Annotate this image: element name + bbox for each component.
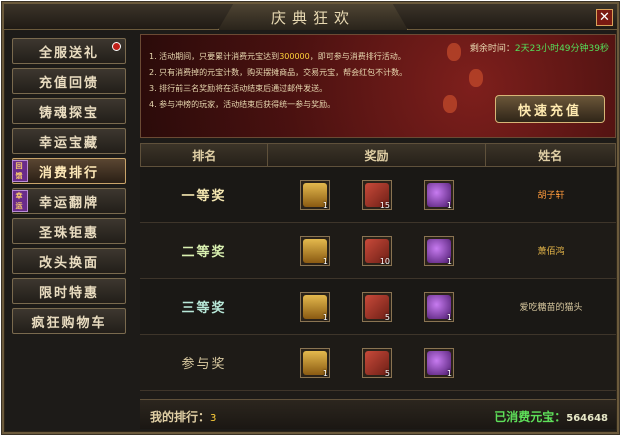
reward-slot[interactable]: 5 (362, 291, 392, 322)
sidebar-item[interactable]: 幸运翻牌 幸运 (12, 188, 126, 214)
reward-slot[interactable]: 10 (362, 235, 392, 266)
sidebar-item[interactable]: 疯狂购物车 (12, 308, 126, 334)
my-rank-value: 3 (210, 413, 217, 424)
sidebar-item-label: 限时特惠 (38, 285, 99, 301)
reward-slot[interactable]: 1 (424, 235, 454, 266)
close-button[interactable]: ✕ (596, 9, 613, 26)
spent-yuanbao: 已消费元宝：564648 (494, 408, 608, 425)
sidebar-item-label: 圣珠钜惠 (38, 225, 99, 241)
rule-line: 2. 只有消费掉的元宝计数，购买摆摊商品，交易元宝，帮会红包不计数。 (149, 65, 407, 81)
rule-pre: 4. 参与冲榜的玩家，活动结束后获得统一参与奖励。 (149, 100, 336, 109)
countdown: 剩余时间：2天23小时49分钟39秒 (470, 41, 609, 54)
rank-label: 一等奖 (181, 189, 227, 204)
spent-label: 已消费元宝： (494, 410, 567, 424)
rank-label: 参与奖 (181, 357, 227, 372)
reward-slot[interactable]: 1 (424, 347, 454, 378)
reward-quantity: 1 (446, 256, 452, 266)
sidebar-item-label: 幸运宝藏 (38, 135, 99, 151)
event-window: 庆典狂欢 ✕ 全服送礼 充值回馈 铸魂探宝 幸运宝藏 消费排行 回馈 幸运翻牌 幸运 圣珠钜惠改… (2, 2, 619, 434)
header-name: 姓名 (538, 148, 563, 163)
sidebar-item[interactable]: 圣珠钜惠 (12, 218, 126, 244)
reward-quantity: 1 (322, 256, 328, 266)
sidebar-item-label: 疯狂购物车 (31, 315, 107, 331)
rules-text: 1. 活动期间，只要累计消费元宝达到300000，即可参与消费排行活动。 2. 只… (149, 49, 407, 113)
sidebar-item-label: 消费排行 (38, 165, 99, 181)
notification-dot-icon (112, 42, 121, 51)
table-row: 二等奖 1 10 1 萧佰鸿 (140, 223, 616, 279)
reward-quantity: 1 (446, 200, 452, 210)
sidebar-item[interactable]: 消费排行 回馈 (12, 158, 126, 184)
table-row: 一等奖 1 15 1 胡子轩 (140, 167, 616, 223)
table-row: 参与奖 1 5 1 (140, 335, 616, 391)
player-name: 爱吃糖苗的猫头 (519, 303, 583, 313)
sidebar: 全服送礼 充值回馈 铸魂探宝 幸运宝藏 消费排行 回馈 幸运翻牌 幸运 圣珠钜惠 改头换面 限时特惠… (12, 38, 132, 338)
spent-value: 564648 (566, 413, 608, 424)
sidebar-item[interactable]: 改头换面 (12, 248, 126, 274)
reward-slot[interactable]: 1 (300, 235, 330, 266)
reward-quantity: 1 (446, 312, 452, 322)
reward-quantity: 1 (446, 368, 452, 378)
reward-quantity: 1 (322, 312, 328, 322)
rule-pre: 2. 只有消费掉的元宝计数，购买摆摊商品，交易元宝，帮会红包不计数。 (149, 68, 408, 77)
reward-slot[interactable]: 15 (362, 179, 392, 210)
sidebar-item[interactable]: 全服送礼 (12, 38, 126, 64)
reward-slot[interactable]: 1 (424, 291, 454, 322)
rank-label: 二等奖 (181, 245, 227, 260)
rule-line: 4. 参与冲榜的玩家，活动结束后获得统一参与奖励。 (149, 97, 407, 113)
rule-line: 3. 排行前三名奖励将在活动结束后通过邮件发送。 (149, 81, 407, 97)
rule-pre: 1. 活动期间，只要累计消费元宝达到 (149, 52, 280, 61)
reward-quantity: 5 (384, 368, 390, 378)
sidebar-item[interactable]: 铸魂探宝 (12, 98, 126, 124)
rule-hl: 300000 (279, 52, 310, 61)
ranking-table: 排名 奖励 姓名 一等奖 1 15 1 胡子轩 二等奖 1 10 1 萧佰鸿 三等奖 1 5 1 爱吃糖苗的… (140, 143, 616, 391)
sidebar-item-label: 全服送礼 (38, 45, 99, 61)
my-rank-label: 我的排行： (150, 410, 211, 424)
my-rank: 我的排行：3 (150, 408, 216, 425)
sidebar-tag: 幸运 (12, 190, 28, 212)
reward-quantity: 1 (322, 200, 328, 210)
reward-quantity: 5 (384, 312, 390, 322)
countdown-label: 剩余时间： (469, 44, 515, 54)
reward-slot[interactable]: 5 (362, 347, 392, 378)
header-reward: 奖励 (268, 144, 486, 166)
header-rank: 排名 (141, 144, 269, 166)
sidebar-item-label: 充值回馈 (38, 75, 99, 91)
reward-slot[interactable]: 1 (300, 179, 330, 210)
reward-slot[interactable]: 1 (300, 291, 330, 322)
sidebar-tag: 回馈 (12, 160, 28, 182)
title-bar: 庆典狂欢 ✕ (4, 4, 617, 30)
rule-pre: 3. 排行前三名奖励将在活动结束后通过邮件发送。 (149, 84, 328, 93)
reward-quantity: 1 (322, 368, 328, 378)
sidebar-item[interactable]: 限时特惠 (12, 278, 126, 304)
rule-post: ，即可参与消费排行活动。 (309, 52, 406, 61)
table-row: 三等奖 1 5 1 爱吃糖苗的猫头 (140, 279, 616, 335)
reward-quantity: 15 (379, 200, 390, 210)
player-name: 萧佰鸿 (537, 247, 565, 257)
countdown-value: 2天23小时49分钟39秒 (514, 44, 609, 54)
rule-line: 1. 活动期间，只要累计消费元宝达到300000，即可参与消费排行活动。 (149, 49, 407, 65)
table-header: 排名 奖励 姓名 (140, 143, 616, 167)
reward-quantity: 10 (379, 256, 390, 266)
reward-slot[interactable]: 1 (300, 347, 330, 378)
reward-slot[interactable]: 1 (424, 179, 454, 210)
quick-charge-button[interactable]: 快速充值 (495, 95, 605, 123)
sidebar-item-label: 幸运翻牌 (38, 195, 99, 211)
sidebar-item-label: 铸魂探宝 (38, 105, 99, 121)
sidebar-item[interactable]: 充值回馈 (12, 68, 126, 94)
sidebar-item[interactable]: 幸运宝藏 (12, 128, 126, 154)
rank-label: 三等奖 (181, 301, 227, 316)
window-title: 庆典狂欢 (270, 8, 355, 27)
footer-bar: 我的排行：3 已消费元宝：564648 (140, 399, 616, 429)
event-banner: 1. 活动期间，只要累计消费元宝达到300000，即可参与消费排行活动。 2. 只… (140, 34, 616, 138)
title-plate: 庆典狂欢 (218, 4, 408, 30)
player-name: 胡子轩 (537, 191, 565, 201)
sidebar-item-label: 改头换面 (38, 255, 99, 271)
